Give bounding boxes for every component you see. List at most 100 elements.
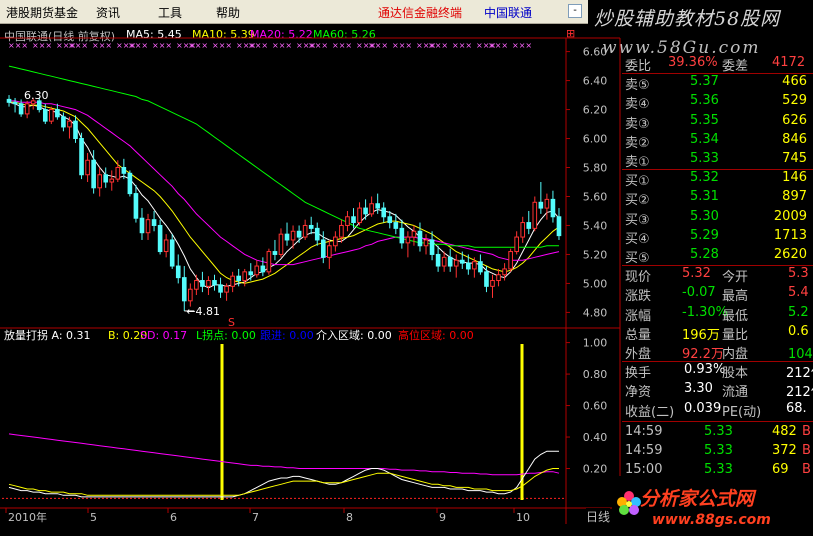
candle-body bbox=[478, 261, 483, 273]
candle-body bbox=[466, 262, 471, 270]
candle-body bbox=[308, 224, 314, 229]
signal-cross-mark: ××× bbox=[488, 41, 508, 50]
tick-row: 14:59 5.33 372 B bbox=[622, 443, 813, 462]
candle-body bbox=[484, 271, 489, 287]
stat-label-2: 最低 bbox=[722, 308, 749, 324]
bid-row: 买④ 5.29 1713 bbox=[622, 228, 813, 247]
candle-body bbox=[417, 230, 423, 247]
x-tick-label: 5 bbox=[90, 511, 97, 524]
ask-volume: 529 bbox=[782, 93, 807, 109]
menu-help[interactable]: 帮助 bbox=[216, 4, 240, 21]
bid-volume: 146 bbox=[782, 170, 807, 186]
x-tick-label: 7 bbox=[252, 511, 259, 524]
indicator-label: 介入区域: 0.00 bbox=[316, 329, 392, 342]
candle-body bbox=[163, 239, 169, 253]
y-tick-label: 5.20 bbox=[583, 248, 608, 261]
stat-value: 5.32 bbox=[682, 266, 711, 282]
ind-y-tick-label: 0.40 bbox=[583, 431, 608, 444]
minimize-button[interactable]: - bbox=[568, 4, 582, 18]
menu-news[interactable]: 资讯 bbox=[96, 4, 120, 21]
stat-label-2: 内盘 bbox=[722, 347, 749, 362]
watermark-bottom-line2: www.88gs.com bbox=[652, 512, 771, 528]
fund-value-2: 212亿 bbox=[786, 385, 813, 401]
ask-row: 卖③ 5.35 626 bbox=[622, 113, 813, 132]
ask-label: 卖② bbox=[625, 135, 650, 151]
tick-price: 5.33 bbox=[704, 423, 733, 439]
bid-volume: 1713 bbox=[773, 227, 807, 243]
period-tab[interactable]: 日线 bbox=[586, 508, 611, 525]
high-label: 6.30 bbox=[24, 89, 49, 102]
candle-body bbox=[194, 280, 199, 290]
fund-value: 0.039 bbox=[684, 400, 722, 416]
signal-cross-mark: ××× bbox=[452, 41, 472, 50]
candle-body bbox=[6, 98, 12, 103]
stat-label: 涨幅 bbox=[625, 308, 652, 324]
candle-body bbox=[188, 288, 193, 302]
ask-row: 卖⑤ 5.37 466 bbox=[622, 74, 813, 93]
stat-label-2: 量比 bbox=[722, 327, 749, 343]
candle-body bbox=[121, 167, 127, 174]
candle-body bbox=[127, 172, 133, 195]
menu-tools[interactable]: 工具 bbox=[158, 4, 182, 21]
ask-row: 卖① 5.33 745 bbox=[622, 151, 813, 170]
candle-body bbox=[290, 230, 296, 241]
fund-row: 净资 3.30 流通 212亿 bbox=[622, 381, 813, 400]
ask-label: 卖⑤ bbox=[625, 78, 650, 94]
y-tick-label: 6.00 bbox=[583, 133, 608, 146]
candle-body bbox=[490, 280, 495, 287]
tick-volume: 372 bbox=[772, 442, 797, 458]
fund-row: 换手 0.93% 股本 212亿 bbox=[622, 362, 813, 381]
candle-body bbox=[55, 109, 60, 118]
candle-body bbox=[49, 109, 54, 122]
candle-body bbox=[218, 284, 223, 293]
fund-value-2: 212亿 bbox=[786, 366, 813, 382]
candle-body bbox=[145, 219, 151, 234]
panel-separator bbox=[622, 73, 813, 75]
ask-price: 5.36 bbox=[690, 93, 719, 109]
stat-row: 总量 196万 量比 0.6 bbox=[622, 324, 813, 343]
bid-label: 买② bbox=[625, 193, 650, 209]
ask-volume: 626 bbox=[782, 112, 807, 128]
bid-label: 买④ bbox=[625, 231, 650, 247]
candle-body bbox=[538, 201, 544, 209]
fund-value-2: 68. bbox=[786, 400, 807, 416]
ask-price: 5.34 bbox=[690, 131, 719, 147]
signal-cross-mark: ××× bbox=[428, 41, 448, 50]
fund-row: 收益(二) 0.039 PE(动) 68. bbox=[622, 401, 813, 420]
quote-panel: 委比 39.36% 委差 4172 卖⑤ 5.37 466 卖④ 5.36 529 卖… bbox=[622, 55, 813, 536]
candle-body bbox=[441, 256, 447, 267]
candle-body bbox=[42, 109, 48, 122]
bid-price: 5.30 bbox=[690, 208, 719, 224]
candle-body bbox=[139, 217, 145, 234]
menu-stock-name: 中国联通 bbox=[484, 6, 533, 20]
fund-label-2: PE(动) bbox=[722, 404, 762, 420]
indicator-label: SD: 0.17 bbox=[140, 329, 187, 342]
candle-body bbox=[514, 236, 519, 253]
x-tick-label: 10 bbox=[516, 511, 530, 524]
candle-body bbox=[169, 239, 175, 267]
menu-hk-futures[interactable]: 港股期货基金 bbox=[6, 4, 78, 21]
fund-label-2: 股本 bbox=[722, 366, 749, 382]
candle-body bbox=[544, 198, 550, 209]
fund-label: 换手 bbox=[625, 366, 652, 382]
candle-body bbox=[200, 280, 205, 287]
fund-label: 净资 bbox=[625, 385, 652, 401]
stat-value-2: 0.6 bbox=[788, 323, 809, 339]
stat-label-2: 今开 bbox=[722, 270, 749, 286]
candle-body bbox=[345, 216, 350, 226]
stat-label: 外盘 bbox=[625, 347, 652, 362]
candle-body bbox=[520, 222, 526, 238]
candle-body bbox=[393, 222, 399, 229]
candle-body bbox=[472, 261, 477, 270]
tick-volume: 69 bbox=[772, 462, 789, 477]
candle-body bbox=[502, 268, 507, 276]
candle-body bbox=[260, 265, 266, 273]
candle-body bbox=[556, 216, 562, 237]
candle-body bbox=[206, 280, 211, 287]
ind-y-tick-label: 0.80 bbox=[583, 368, 608, 381]
watermark-bottom-line1: 分析家公式网 bbox=[640, 488, 755, 510]
signal-cross-mark: ××× bbox=[8, 41, 28, 50]
x-tick-label: 6 bbox=[170, 511, 177, 524]
bid-volume: 2620 bbox=[773, 247, 807, 262]
stat-value-2: 5.3 bbox=[788, 266, 809, 282]
